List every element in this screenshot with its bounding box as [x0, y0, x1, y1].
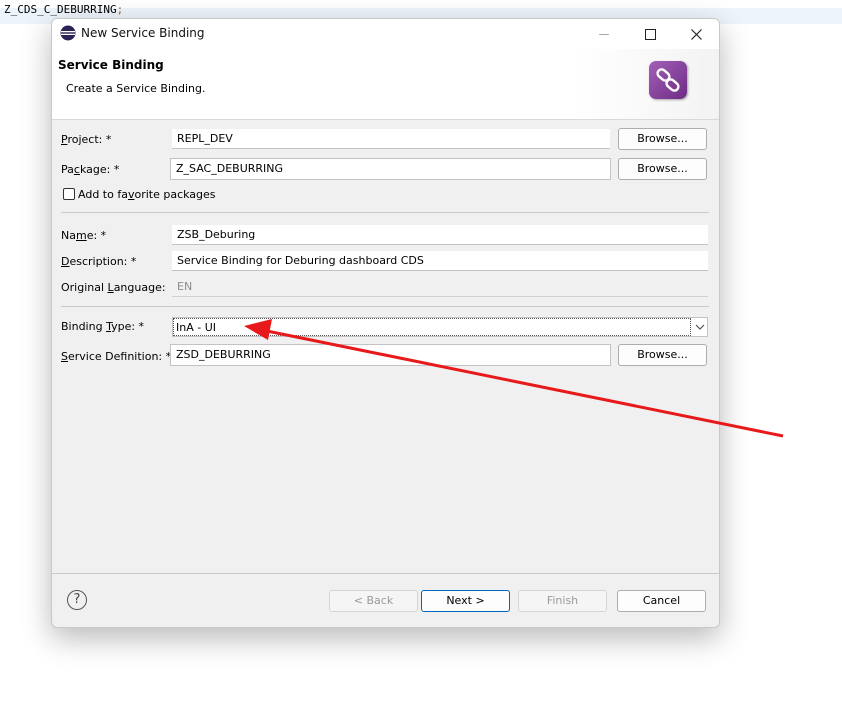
name-input[interactable]: ZSB_Deburing	[172, 225, 708, 245]
service-binding-link-icon	[649, 61, 687, 99]
original-language-label: Original Language:	[61, 281, 166, 294]
binding-type-label: Binding Type: *	[61, 320, 145, 333]
help-icon[interactable]: ?	[67, 590, 87, 610]
original-language-input: EN	[172, 277, 708, 297]
package-input[interactable]: Z_SAC_DEBURRING	[170, 158, 611, 180]
cancel-button[interactable]: Cancel	[617, 590, 706, 612]
wizard-banner: Service Binding Create a Service Binding…	[52, 49, 719, 120]
separator	[61, 306, 709, 307]
title-bar[interactable]: New Service Binding	[52, 19, 719, 49]
back-button[interactable]: < Back	[329, 590, 418, 612]
service-definition-input[interactable]: ZSD_DEBURRING	[170, 344, 611, 366]
package-label: Package: *	[61, 163, 120, 176]
minimize-button[interactable]	[581, 19, 627, 49]
description-input[interactable]: Service Binding for Deburing dashboard C…	[172, 251, 708, 271]
eclipse-app-icon	[60, 25, 76, 41]
description-label: Description: *	[61, 255, 137, 268]
binding-type-dropdown[interactable]: InA - UI	[172, 317, 708, 337]
editor-code-text: Z_CDS_C_DEBURRING	[4, 3, 117, 16]
project-browse-button[interactable]: Browse...	[618, 128, 707, 150]
new-service-binding-dialog: New Service Binding Service Binding Crea…	[51, 18, 720, 628]
maximize-button[interactable]	[627, 19, 673, 49]
package-browse-button[interactable]: Browse...	[618, 158, 707, 180]
editor-code-line: Z_CDS_C_DEBURRING;	[4, 3, 123, 16]
separator	[61, 212, 709, 213]
chevron-down-icon[interactable]	[693, 320, 707, 334]
banner-title: Service Binding	[58, 58, 164, 72]
favorite-packages-checkbox[interactable]	[63, 188, 75, 200]
chain-link-icon	[656, 68, 680, 92]
close-icon	[690, 28, 702, 40]
next-button[interactable]: Next >	[421, 590, 510, 612]
finish-button[interactable]: Finish	[518, 590, 607, 612]
banner-description: Create a Service Binding.	[66, 82, 206, 95]
favorite-packages-label: Add to favorite packages	[78, 188, 216, 201]
minimize-icon	[599, 33, 609, 35]
window-title: New Service Binding	[81, 26, 205, 40]
close-button[interactable]	[673, 19, 719, 49]
editor-semicolon: ;	[116, 3, 124, 16]
project-input[interactable]: REPL_DEV	[172, 129, 610, 149]
binding-type-value[interactable]: InA - UI	[173, 318, 691, 336]
footer-separator	[52, 573, 719, 574]
service-definition-label: Service Definition: *	[61, 350, 172, 363]
name-label: Name: *	[61, 229, 107, 242]
service-definition-browse-button[interactable]: Browse...	[618, 344, 707, 366]
project-label: Project: *	[61, 133, 112, 146]
maximize-icon	[644, 28, 656, 40]
